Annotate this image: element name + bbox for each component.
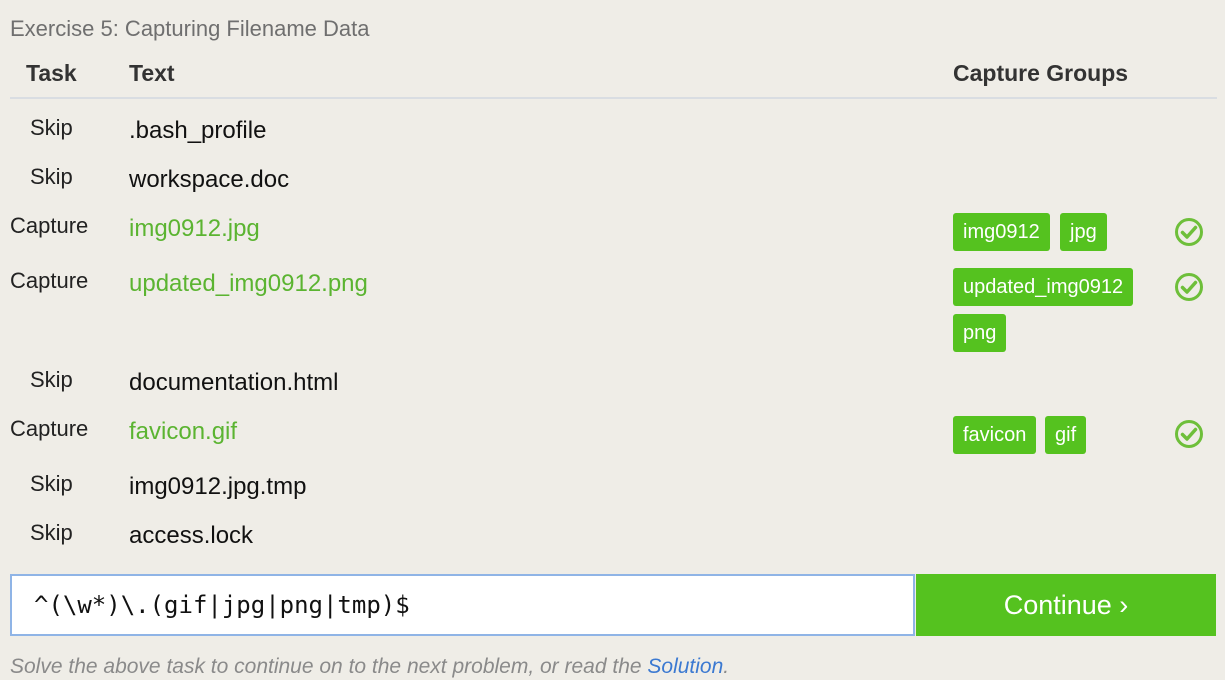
check-icon bbox=[1175, 273, 1203, 301]
row-text: workspace.doc bbox=[129, 166, 290, 193]
task-label: Skip bbox=[30, 367, 73, 392]
exercise-title: Exercise 5: Capturing Filename Data bbox=[10, 16, 370, 41]
row-text: updated_img0912.png bbox=[129, 270, 368, 297]
solution-link[interactable]: Solution bbox=[647, 655, 723, 678]
row-text: favicon.gif bbox=[129, 418, 238, 445]
table-row: Skip img0912.jpg.tmp bbox=[0, 471, 1225, 511]
task-label: Capture bbox=[10, 268, 89, 293]
capture-group-tag: jpg bbox=[1060, 213, 1107, 251]
footer-suffix: . bbox=[723, 655, 730, 678]
capture-group-tag: updated_img0912 bbox=[953, 268, 1134, 306]
table-row: Skip access.lock bbox=[0, 520, 1225, 560]
capture-group-tag: png bbox=[953, 314, 1007, 352]
capture-group-tag: gif bbox=[1045, 416, 1087, 454]
task-label: Skip bbox=[30, 115, 73, 140]
header-task: Task bbox=[26, 60, 77, 86]
capture-group-tag: favicon bbox=[953, 416, 1037, 454]
table-row: Capture favicon.gif favicon gif bbox=[0, 416, 1225, 456]
regex-input[interactable] bbox=[12, 576, 913, 634]
row-text: access.lock bbox=[129, 522, 254, 549]
row-text: documentation.html bbox=[129, 369, 339, 396]
row-text: img0912.jpg bbox=[129, 215, 260, 242]
task-label: Capture bbox=[10, 213, 89, 238]
capture-group-tag: img0912 bbox=[953, 213, 1050, 251]
task-label: Skip bbox=[30, 164, 73, 189]
footer-hint: Solve the above task to continue on to t… bbox=[10, 655, 729, 679]
table-row: Skip workspace.doc bbox=[0, 164, 1225, 204]
row-text: .bash_profile bbox=[129, 117, 267, 144]
table-row: Skip documentation.html bbox=[0, 367, 1225, 407]
table-row: Capture img0912.jpg img0912 jpg bbox=[0, 213, 1225, 253]
regex-input-container bbox=[10, 574, 915, 636]
check-icon bbox=[1175, 218, 1203, 246]
continue-button[interactable]: Continue › bbox=[916, 574, 1216, 636]
footer-text: Solve the above task to continue on to t… bbox=[10, 655, 648, 678]
check-icon bbox=[1175, 420, 1203, 448]
header-text: Text bbox=[129, 60, 175, 86]
header-capture-groups: Capture Groups bbox=[953, 60, 1129, 86]
header-divider bbox=[10, 97, 1217, 99]
table-row: Capture updated_img0912.png updated_img0… bbox=[0, 268, 1225, 358]
task-label: Skip bbox=[30, 471, 73, 496]
task-label: Capture bbox=[10, 416, 89, 441]
task-label: Skip bbox=[30, 520, 73, 545]
table-row: Skip .bash_profile bbox=[0, 115, 1225, 155]
row-text: img0912.jpg.tmp bbox=[129, 473, 307, 500]
